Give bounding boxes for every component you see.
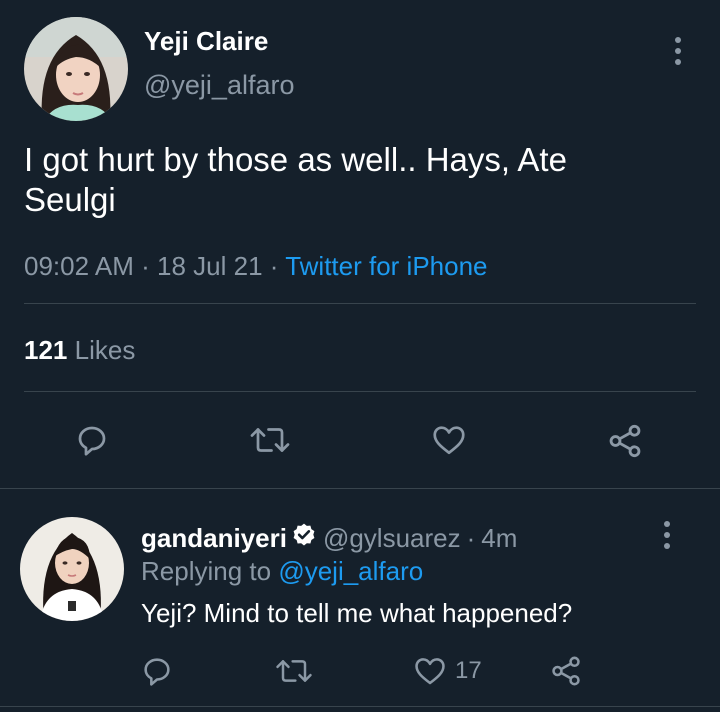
like-icon	[433, 426, 465, 455]
reply-time[interactable]: 4m	[481, 523, 517, 554]
reply-reply-button[interactable]	[140, 654, 174, 688]
reply-header: gandaniyeri @gylsuarez · 4m	[141, 522, 517, 555]
share-button[interactable]	[606, 422, 644, 460]
tweet-author-handle[interactable]: @yeji_alfaro	[144, 70, 294, 101]
tweet-author-avatar[interactable]	[24, 17, 128, 121]
replying-to: Replying to @yeji_alfaro	[141, 556, 423, 587]
reply-icon	[144, 658, 170, 686]
like-icon	[415, 658, 445, 685]
meta-separator: ·	[466, 523, 476, 553]
more-options-icon[interactable]	[657, 521, 677, 549]
reply-like-button[interactable]: 17	[413, 654, 482, 688]
verified-badge-icon	[291, 522, 317, 555]
reply-author-avatar[interactable]	[20, 517, 124, 621]
tweet-author-name[interactable]: Yeji Claire	[144, 26, 268, 57]
tweet-text: I got hurt by those as well.. Hays, Ate …	[24, 141, 567, 218]
tweet-date: 18 Jul 21	[157, 251, 263, 281]
meta-separator: ·	[269, 251, 279, 281]
tweet-source-link[interactable]: Twitter for iPhone	[285, 251, 487, 281]
share-icon	[552, 656, 580, 686]
divider	[0, 488, 720, 489]
replying-to-mention[interactable]: @yeji_alfaro	[278, 556, 423, 586]
meta-separator: ·	[141, 251, 150, 281]
reply-icon	[78, 426, 106, 456]
tweet-meta: 09:02 AM · 18 Jul 21 · Twitter for iPhon…	[24, 251, 488, 282]
retweet-button[interactable]	[246, 422, 294, 458]
divider	[0, 706, 720, 707]
reply-button[interactable]	[74, 422, 110, 458]
likes-count: 121	[24, 335, 68, 365]
likes-summary[interactable]: 121 Likes	[24, 335, 135, 366]
reply-text: Yeji? Mind to tell me what happened?	[141, 598, 573, 628]
reply-author-name[interactable]: gandaniyeri	[141, 523, 287, 554]
more-options-icon[interactable]	[668, 37, 688, 65]
retweet-icon	[250, 428, 290, 452]
reply-retweet-button[interactable]	[272, 654, 316, 688]
reply-like-count: 17	[455, 657, 482, 684]
share-icon	[609, 424, 641, 458]
tweet-time: 09:02 AM	[24, 251, 134, 281]
divider	[24, 391, 696, 392]
reply-author-handle[interactable]: @gylsuarez	[323, 523, 461, 554]
reply-share-button[interactable]	[549, 654, 583, 688]
replying-to-label: Replying to	[141, 556, 272, 586]
divider	[24, 303, 696, 304]
retweet-icon	[276, 660, 312, 682]
likes-label: Likes	[74, 335, 136, 365]
like-button[interactable]	[430, 422, 468, 458]
